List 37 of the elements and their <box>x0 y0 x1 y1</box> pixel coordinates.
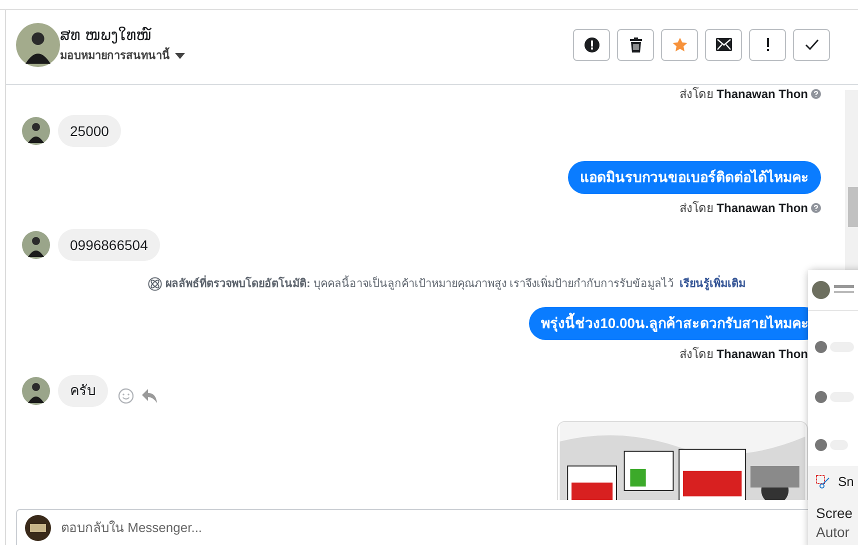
reply-field[interactable]: ตอบกลับใน Messenger... <box>61 518 461 538</box>
message-bubble: ครับ <box>58 374 108 406</box>
message-bubble: 25000 <box>58 115 121 147</box>
envelope-icon <box>716 38 732 51</box>
sent-by-label: ส่งโดย <box>680 346 714 362</box>
exclamation-icon <box>766 38 770 52</box>
scissors-icon <box>816 475 830 489</box>
sent-by-label: ส่งโดย <box>680 86 714 103</box>
action-button[interactable] <box>705 28 742 60</box>
message-bubble: 0996866504 <box>58 229 160 261</box>
sender-name: Thanawan Thon <box>716 346 808 362</box>
notification-text: Scree <box>816 504 854 523</box>
learn-more-link[interactable]: เรียนรู้เพิ่มเติม <box>679 276 746 292</box>
avatar <box>22 117 50 145</box>
alert-icon <box>584 36 600 52</box>
contact-name: ສທ ໜພງໃທໜ໌ <box>60 24 153 45</box>
sender-name: Thanawan Thon <box>716 86 808 103</box>
avatar <box>25 514 51 540</box>
action-button[interactable] <box>617 28 654 60</box>
avatar <box>22 376 50 404</box>
assign-dropdown[interactable]: มอบหมายการสนทนานี้ <box>60 48 185 64</box>
app-name: Sn <box>838 473 854 492</box>
reply-icon[interactable] <box>142 388 157 402</box>
message-bubble: แอดมินรบกวนขอเบอร์ติดต่อได้ไหมคะ <box>568 161 821 194</box>
check-icon <box>804 39 818 50</box>
atom-icon <box>148 277 162 292</box>
notification-text: Autor <box>816 523 850 542</box>
sender-name: Thanawan Thon <box>716 200 808 217</box>
avatar <box>22 231 50 259</box>
star-icon <box>672 36 688 52</box>
notification-card[interactable]: Sn Scree Autor <box>808 466 858 545</box>
avatar <box>16 22 60 66</box>
sent-by-label: ส่งโดย <box>680 200 714 217</box>
trash-icon <box>628 36 642 52</box>
action-button[interactable] <box>573 28 610 60</box>
notice-text: ผลลัพธ์ที่ตรวจพบโดยอัตโนมัติ: บุคคลนี้อาจเป็นลูกค้าเป้าหมายคุณภาพสูง เราจึงเพิ่มป้ายกำกับการรับข้อมูลไว้ <box>166 276 674 292</box>
caret-icon <box>175 53 185 59</box>
